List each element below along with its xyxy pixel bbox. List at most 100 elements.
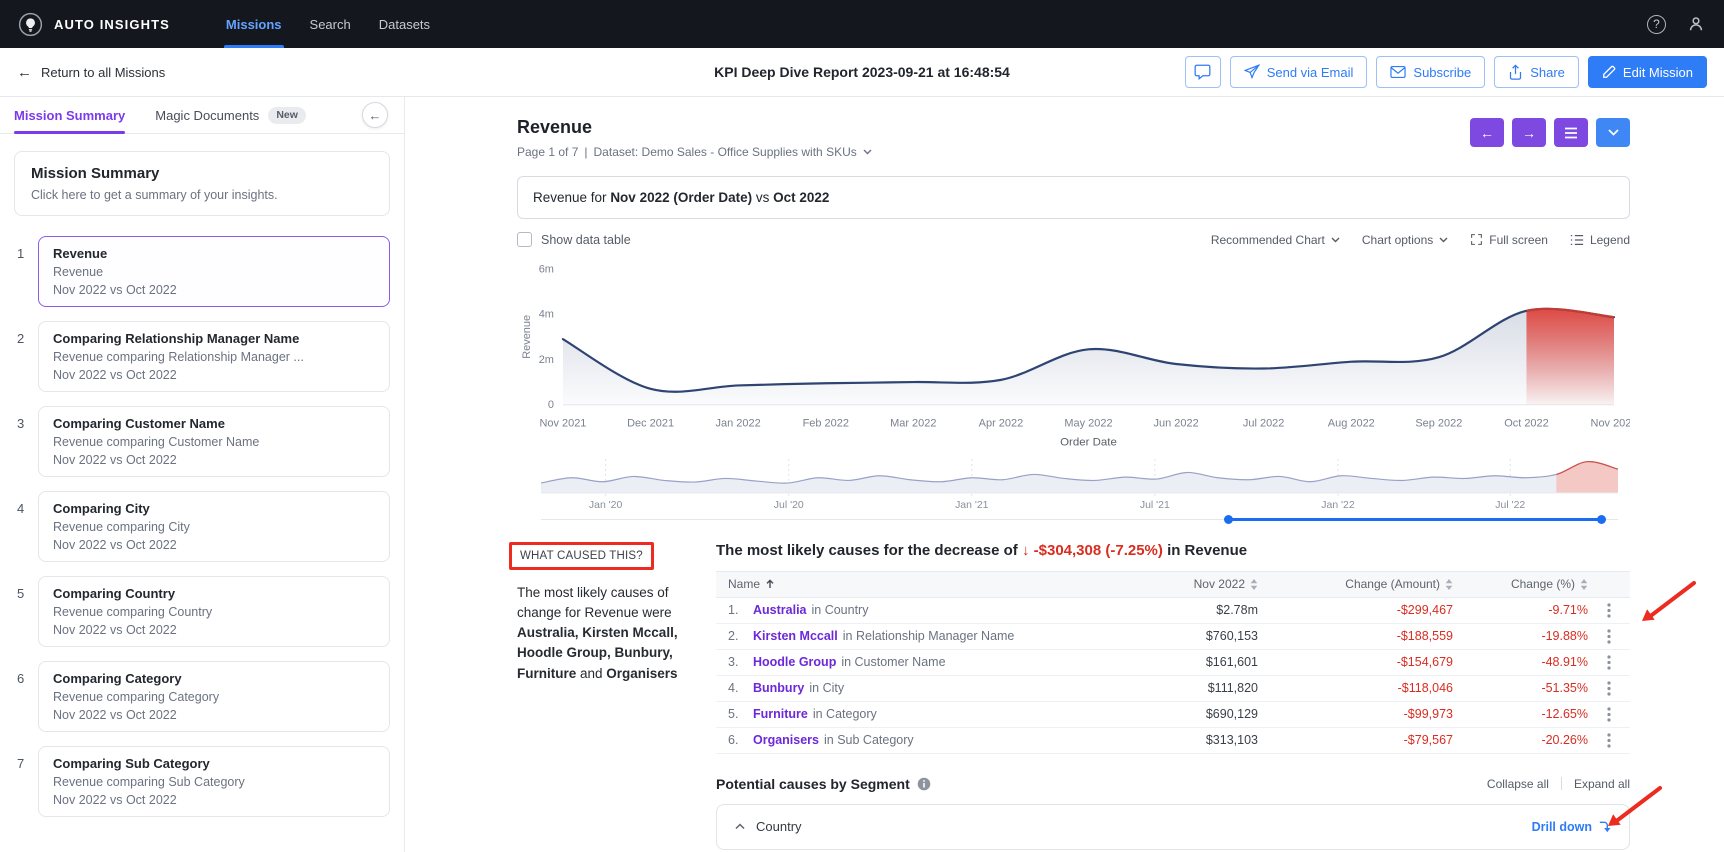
column-header-change-amount[interactable]: Change (Amount) <box>1258 577 1453 591</box>
row-menu-button[interactable] <box>1601 730 1617 751</box>
time-range-slider[interactable] <box>541 514 1618 526</box>
mission-item-category[interactable]: Comparing Category Revenue comparing Cat… <box>38 661 390 732</box>
chart-options-label: Chart options <box>1362 233 1433 247</box>
cause-row: 1. Australia in Country $2.78m -$299,467… <box>716 598 1630 624</box>
mission-summary-card[interactable]: Mission Summary Click here to get a summ… <box>14 151 390 216</box>
mission-item-city[interactable]: Comparing City Revenue comparing City No… <box>38 491 390 562</box>
brand: AUTO INSIGHTS <box>18 12 170 37</box>
info-icon[interactable] <box>917 777 931 791</box>
svg-text:Jan '21: Jan '21 <box>955 500 989 511</box>
show-data-table-toggle[interactable]: Show data table <box>517 232 631 247</box>
comments-button[interactable] <box>1185 56 1221 88</box>
svg-text:2m: 2m <box>539 354 554 366</box>
back-to-missions-link[interactable]: ← Return to all Missions <box>17 64 165 81</box>
app-logo-icon <box>18 12 43 37</box>
user-icon[interactable] <box>1686 14 1706 34</box>
segment-row-left: Country <box>735 819 802 834</box>
dataset-label[interactable]: Dataset: Demo Sales - Office Supplies wi… <box>594 145 857 159</box>
recommended-chart-dropdown[interactable]: Recommended Chart <box>1211 233 1340 247</box>
row-menu-button[interactable] <box>1601 678 1617 699</box>
row-menu-button[interactable] <box>1601 652 1617 673</box>
cause-change-amount: -$118,046 <box>1258 681 1453 695</box>
main-content: Revenue Page 1 of 7 | Dataset: Demo Sale… <box>405 97 1724 852</box>
kebab-icon <box>1607 707 1611 722</box>
drill-down-link[interactable]: Drill down <box>1532 820 1611 834</box>
mission-list-item: 7 Comparing Sub Category Revenue compari… <box>0 746 404 817</box>
segment-label: Country <box>756 819 802 834</box>
collapse-sidebar-button[interactable]: ← <box>362 102 388 128</box>
page-toolbar: ← → <box>1470 118 1630 147</box>
column-header-name[interactable]: Name <box>716 577 1088 591</box>
mission-item-relationship-manager[interactable]: Comparing Relationship Manager Name Reve… <box>38 321 390 392</box>
column-header-change-pct[interactable]: Change (%) <box>1453 577 1588 591</box>
segments-links: Collapse all Expand all <box>1487 777 1630 791</box>
next-page-button[interactable]: → <box>1512 118 1546 147</box>
range-handle-left[interactable] <box>1224 515 1233 524</box>
edit-mission-button[interactable]: Edit Mission <box>1588 56 1707 88</box>
what-caused-this-label: WHAT CAUSED THIS? <box>520 550 643 562</box>
chart-controls-right: Recommended Chart Chart options Full scr… <box>1211 233 1630 247</box>
query-box[interactable]: Revenue for Nov 2022 (Order Date) vs Oct… <box>517 176 1630 219</box>
report-title: KPI Deep Dive Report 2023-09-21 at 16:48… <box>714 64 1010 80</box>
subscribe-button[interactable]: Subscribe <box>1376 56 1485 88</box>
share-button[interactable]: Share <box>1494 56 1579 88</box>
segment-row-country[interactable]: Country Drill down <box>716 804 1630 850</box>
collapse-all-link[interactable]: Collapse all <box>1487 777 1549 791</box>
cause-name-link[interactable]: Kirsten Mccall <box>753 629 838 643</box>
mission-item-title: Revenue <box>53 246 375 261</box>
svg-text:Nov 2021: Nov 2021 <box>539 418 586 430</box>
mission-item-revenue[interactable]: Revenue Revenue Nov 2022 vs Oct 2022 <box>38 236 390 307</box>
cause-change-pct: -51.35% <box>1453 681 1588 695</box>
legend-button[interactable]: Legend <box>1570 233 1630 247</box>
mission-item-desc: Revenue comparing Relationship Manager .… <box>53 350 375 364</box>
slider-selected-range[interactable] <box>1228 518 1602 522</box>
nav-item-search[interactable]: Search <box>298 0 363 48</box>
row-menu-button[interactable] <box>1601 626 1617 647</box>
svg-text:Jul '21: Jul '21 <box>1140 500 1170 511</box>
svg-text:Nov 2022: Nov 2022 <box>1591 418 1630 430</box>
cause-nov-value: $161,601 <box>1088 655 1258 669</box>
cause-cell-name: 5. Furniture in Category <box>716 707 1088 721</box>
chart-options-dropdown[interactable]: Chart options <box>1362 233 1448 247</box>
chat-icon <box>1194 64 1211 80</box>
mission-item-country[interactable]: Comparing Country Revenue comparing Coun… <box>38 576 390 647</box>
cause-cell-name: 4. Bunbury in City <box>716 681 1088 695</box>
range-handle-right[interactable] <box>1597 515 1606 524</box>
cause-rank: 1. <box>728 603 748 617</box>
mission-item-desc: Revenue <box>53 265 375 279</box>
cause-rank: 6. <box>728 733 748 747</box>
cause-change-pct: -12.65% <box>1453 707 1588 721</box>
full-screen-button[interactable]: Full screen <box>1470 233 1548 247</box>
expand-panel-button[interactable] <box>1596 118 1630 147</box>
prev-page-button[interactable]: ← <box>1470 118 1504 147</box>
cause-name-link[interactable]: Australia <box>753 603 807 617</box>
mission-item-desc: Revenue comparing City <box>53 520 375 534</box>
expand-all-link[interactable]: Expand all <box>1574 777 1630 791</box>
checkbox-icon[interactable] <box>517 232 532 247</box>
row-menu-button[interactable] <box>1601 600 1617 621</box>
mission-item-sub-category[interactable]: Comparing Sub Category Revenue comparing… <box>38 746 390 817</box>
column-header-nov-2022[interactable]: Nov 2022 <box>1088 577 1258 591</box>
nav-item-missions[interactable]: Missions <box>214 0 294 48</box>
page-menu-button[interactable] <box>1554 118 1588 147</box>
mission-item-title: Comparing Sub Category <box>53 756 375 771</box>
tab-mission-summary[interactable]: Mission Summary <box>14 97 125 133</box>
send-via-email-button[interactable]: Send via Email <box>1230 56 1368 88</box>
cause-name-link[interactable]: Furniture <box>753 707 808 721</box>
nav-item-datasets[interactable]: Datasets <box>367 0 442 48</box>
svg-text:Dec 2021: Dec 2021 <box>627 418 674 430</box>
help-icon[interactable]: ? <box>1647 15 1666 34</box>
cause-name-link[interactable]: Bunbury <box>753 681 804 695</box>
chevron-up-icon <box>735 823 745 830</box>
mission-item-customer-name[interactable]: Comparing Customer Name Revenue comparin… <box>38 406 390 477</box>
mission-item-desc: Revenue comparing Category <box>53 690 375 704</box>
collapse-arrow-icon: ← <box>369 108 382 123</box>
svg-text:Apr 2022: Apr 2022 <box>979 418 1024 430</box>
cause-name-link[interactable]: Hoodle Group <box>753 655 836 669</box>
cause-name-link[interactable]: Organisers <box>753 733 819 747</box>
mission-item-number: 1 <box>0 236 38 307</box>
mission-item-period: Nov 2022 vs Oct 2022 <box>53 708 375 722</box>
row-menu-button[interactable] <box>1601 704 1617 725</box>
mission-item-title: Comparing Category <box>53 671 375 686</box>
tab-magic-documents[interactable]: Magic Documents New <box>155 97 306 133</box>
